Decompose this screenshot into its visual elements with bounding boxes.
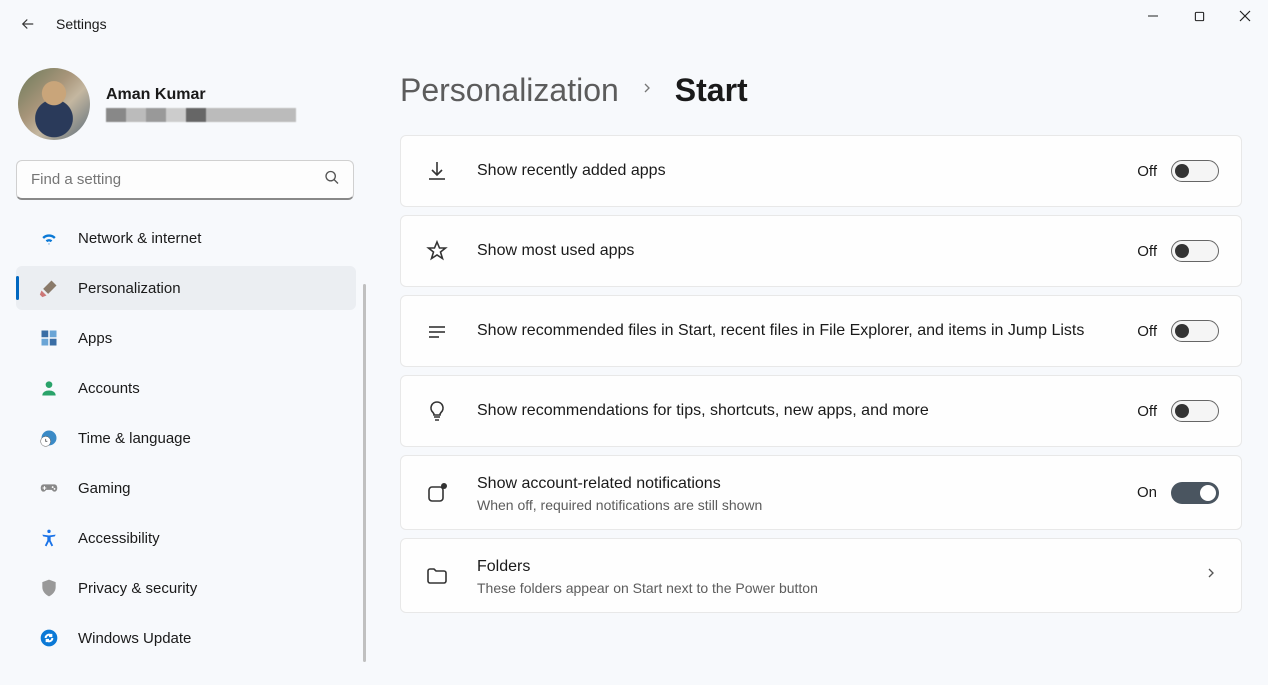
toggle-state-label: Off <box>1137 403 1157 420</box>
sidebar-nav: Network & internet Personalization Apps … <box>0 214 370 662</box>
close-button[interactable] <box>1222 0 1268 32</box>
main-content: Personalization Start Show recently adde… <box>370 48 1268 685</box>
setting-row-recommended-files: Show recommended files in Start, recent … <box>400 295 1242 367</box>
sidebar-item-label: Accessibility <box>78 530 160 547</box>
download-icon <box>423 157 451 185</box>
account-name: Aman Kumar <box>106 86 296 104</box>
sidebar-item-time[interactable]: Time & language <box>16 416 356 460</box>
star-icon <box>423 237 451 265</box>
globe-clock-icon <box>38 427 60 449</box>
setting-row-most-used: Show most used apps Off <box>400 215 1242 287</box>
maximize-button[interactable] <box>1176 0 1222 32</box>
toggle-state-label: Off <box>1137 323 1157 340</box>
setting-row-account-notifications: Show account-related notifications When … <box>400 455 1242 530</box>
sidebar-item-label: Personalization <box>78 280 181 297</box>
setting-title: Show account-related notifications <box>477 472 1121 495</box>
setting-subtitle: When off, required notifications are sti… <box>477 497 1121 513</box>
window-title: Settings <box>56 16 107 32</box>
setting-title: Show most used apps <box>477 239 1121 262</box>
toggle-state-label: On <box>1137 484 1157 501</box>
sidebar-item-label: Network & internet <box>78 230 201 247</box>
sidebar-item-privacy[interactable]: Privacy & security <box>16 566 356 610</box>
setting-title: Show recommended files in Start, recent … <box>477 319 1121 342</box>
sidebar-item-label: Time & language <box>78 430 191 447</box>
sidebar-item-personalization[interactable]: Personalization <box>16 266 356 310</box>
toggle-recommended-files[interactable] <box>1171 320 1219 342</box>
setting-title: Folders <box>477 555 1187 578</box>
folder-icon <box>423 562 451 590</box>
lightbulb-icon <box>423 397 451 425</box>
breadcrumb-parent[interactable]: Personalization <box>400 72 619 109</box>
minimize-button[interactable] <box>1130 0 1176 32</box>
sidebar: Aman Kumar Network & internet <box>0 48 370 685</box>
person-icon <box>38 377 60 399</box>
toggle-recommendations-tips[interactable] <box>1171 400 1219 422</box>
minimize-icon <box>1147 10 1159 22</box>
back-button[interactable] <box>8 4 48 44</box>
gamepad-icon <box>38 477 60 499</box>
avatar <box>18 68 90 140</box>
sidebar-item-label: Apps <box>78 330 112 347</box>
chevron-right-icon <box>639 80 655 101</box>
toggle-state-label: Off <box>1137 163 1157 180</box>
close-icon <box>1239 10 1251 22</box>
sidebar-item-network[interactable]: Network & internet <box>16 216 356 260</box>
toggle-account-notifications[interactable] <box>1171 482 1219 504</box>
apps-icon <box>38 327 60 349</box>
sidebar-item-label: Privacy & security <box>78 580 197 597</box>
paintbrush-icon <box>38 277 60 299</box>
toggle-recently-added[interactable] <box>1171 160 1219 182</box>
wifi-icon <box>38 227 60 249</box>
sidebar-item-accounts[interactable]: Accounts <box>16 366 356 410</box>
notification-badge-icon <box>423 479 451 507</box>
setting-row-folders[interactable]: Folders These folders appear on Start ne… <box>400 538 1242 613</box>
sidebar-item-gaming[interactable]: Gaming <box>16 466 356 510</box>
chevron-right-icon <box>1203 565 1219 586</box>
breadcrumb: Personalization Start <box>400 72 1242 109</box>
setting-row-recommendations-tips: Show recommendations for tips, shortcuts… <box>400 375 1242 447</box>
setting-title: Show recently added apps <box>477 159 1121 182</box>
sidebar-item-label: Windows Update <box>78 630 191 647</box>
arrow-left-icon <box>19 15 37 33</box>
breadcrumb-current: Start <box>675 72 748 109</box>
shield-icon <box>38 577 60 599</box>
sidebar-item-label: Accounts <box>78 380 140 397</box>
account-email-redacted <box>106 108 296 122</box>
sidebar-item-apps[interactable]: Apps <box>16 316 356 360</box>
update-icon <box>38 627 60 649</box>
toggle-state-label: Off <box>1137 243 1157 260</box>
setting-subtitle: These folders appear on Start next to th… <box>477 580 1187 596</box>
sidebar-item-accessibility[interactable]: Accessibility <box>16 516 356 560</box>
sidebar-item-label: Gaming <box>78 480 131 497</box>
account-block[interactable]: Aman Kumar <box>0 60 370 160</box>
maximize-icon <box>1194 11 1205 22</box>
search-input[interactable] <box>16 160 354 200</box>
setting-title: Show recommendations for tips, shortcuts… <box>477 399 1121 422</box>
toggle-most-used[interactable] <box>1171 240 1219 262</box>
list-icon <box>423 317 451 345</box>
setting-row-recently-added: Show recently added apps Off <box>400 135 1242 207</box>
sidebar-item-update[interactable]: Windows Update <box>16 616 356 660</box>
accessibility-icon <box>38 527 60 549</box>
